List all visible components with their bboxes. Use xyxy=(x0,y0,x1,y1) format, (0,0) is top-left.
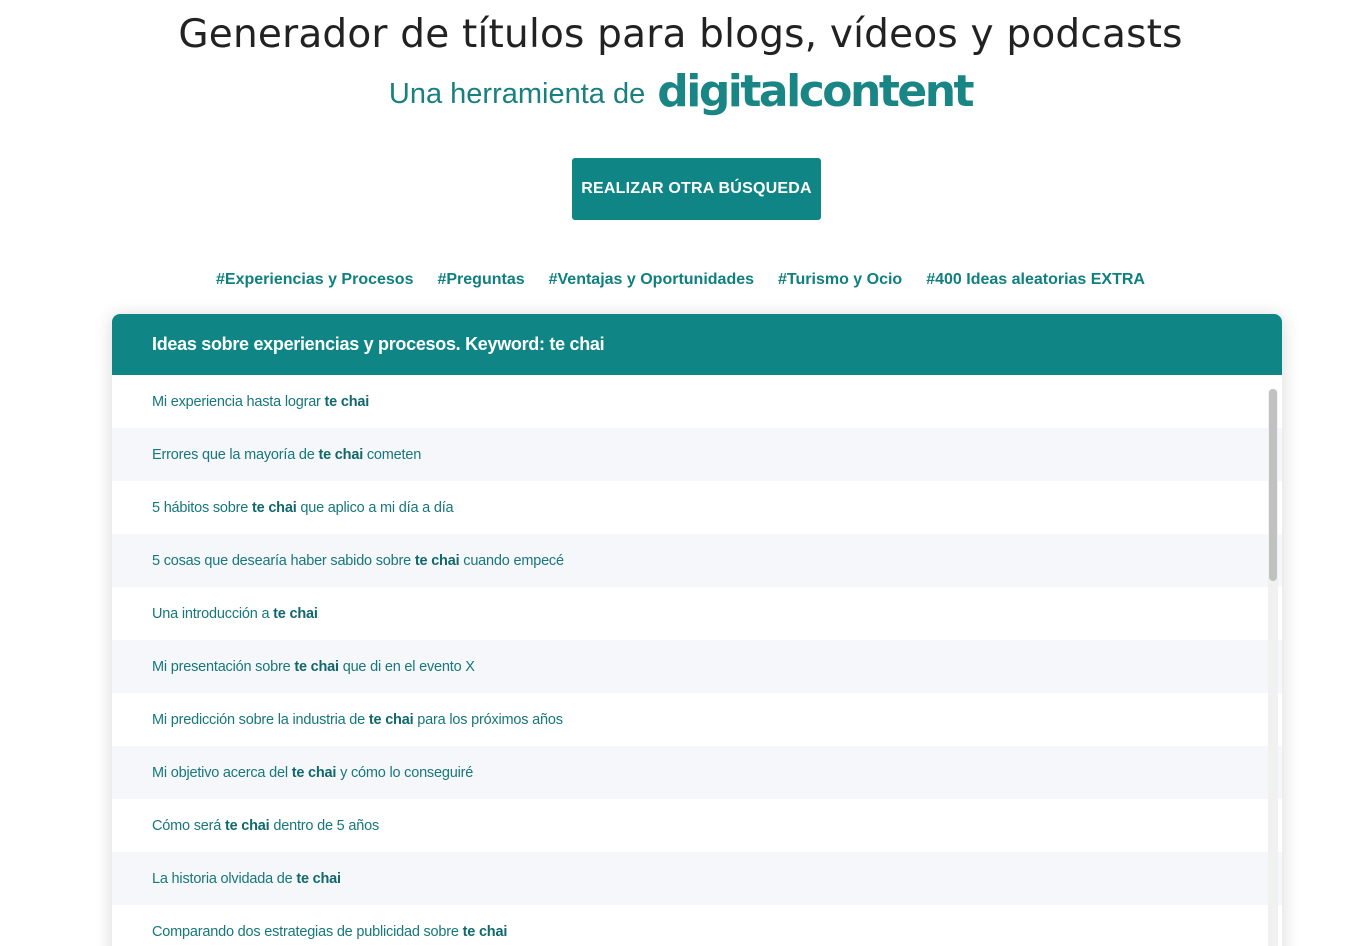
item-text: que aplico a mi día a día xyxy=(300,499,454,516)
category-tabs: #Experiencias y Procesos #Preguntas #Ven… xyxy=(0,271,1361,289)
item-keyword: te chai xyxy=(318,446,364,463)
item-text: para los próximos años xyxy=(417,711,563,728)
ideas-list: Mi experiencia hasta lograr te chai Erro… xyxy=(112,375,1282,946)
item-keyword: te chai xyxy=(324,393,370,410)
list-item[interactable]: Cómo será te chai dentro de 5 años xyxy=(112,799,1282,852)
item-keyword: te chai xyxy=(296,870,341,887)
subtitle-text: Una herramienta de xyxy=(388,77,646,110)
tab-ventajas[interactable]: #Ventajas y Oportunidades xyxy=(549,271,754,289)
tab-preguntas[interactable]: #Preguntas xyxy=(437,271,524,289)
item-keyword: te chai xyxy=(252,499,297,516)
tab-ideas-extra[interactable]: #400 Ideas aleatorias EXTRA xyxy=(926,271,1145,289)
item-text: Mi presentación sobre xyxy=(152,658,291,675)
list-item[interactable]: 5 cosas que desearía haber sabido sobre … xyxy=(112,534,1282,587)
ideas-panel: Ideas sobre experiencias y procesos. Key… xyxy=(112,314,1282,946)
list-item[interactable]: 5 hábitos sobre te chai que aplico a mi … xyxy=(112,481,1282,534)
list-item[interactable]: Mi predicción sobre la industria de te c… xyxy=(112,693,1282,746)
page: Generador de títulos para blogs, vídeos … xyxy=(0,0,1361,946)
item-text: Comparando dos estrategias de publicidad… xyxy=(152,923,459,940)
subtitle: Una herramienta de digitalcontent xyxy=(0,70,1361,116)
tab-turismo[interactable]: #Turismo y Ocio xyxy=(778,271,902,289)
item-text: dentro de 5 años xyxy=(273,817,379,834)
item-text: Cómo será xyxy=(152,817,222,834)
item-keyword: te chai xyxy=(294,658,339,675)
list-item[interactable]: La historia olvidada de te chai xyxy=(112,852,1282,905)
page-title: Generador de títulos para blogs, vídeos … xyxy=(178,12,1183,57)
list-item[interactable]: Mi objetivo acerca del te chai y cómo lo… xyxy=(112,746,1282,799)
item-text: cometen xyxy=(366,446,422,463)
item-text: y cómo lo conseguiré xyxy=(340,764,474,781)
brand-logo[interactable]: digitalcontent xyxy=(657,70,974,114)
item-text: 5 cosas que desearía haber sabido sobre xyxy=(152,552,412,569)
item-keyword: te chai xyxy=(273,605,318,622)
item-text: Mi experiencia hasta lograr xyxy=(152,393,321,410)
item-text: que di en el evento X xyxy=(342,658,475,675)
panel-heading: Ideas sobre experiencias y procesos. Key… xyxy=(112,314,1282,375)
item-text: cuando empecé xyxy=(463,552,564,569)
item-text: Errores que la mayoría de xyxy=(152,446,315,463)
item-text: Mi objetivo acerca del xyxy=(152,764,288,781)
item-keyword: te chai xyxy=(414,552,460,569)
list-item[interactable]: Una introducción a te chai xyxy=(112,587,1282,640)
list-item[interactable]: Comparando dos estrategias de publicidad… xyxy=(112,905,1282,946)
item-text: La historia olvidada de xyxy=(152,870,293,887)
list-item[interactable]: Mi presentación sobre te chai que di en … xyxy=(112,640,1282,693)
item-keyword: te chai xyxy=(368,711,414,728)
tab-experiencias[interactable]: #Experiencias y Procesos xyxy=(216,271,413,289)
search-again-button[interactable]: REALIZAR OTRA BÚSQUEDA xyxy=(572,158,821,220)
item-keyword: te chai xyxy=(224,817,270,834)
item-text: Una introducción a xyxy=(152,605,270,622)
item-text: Mi predicción sobre la industria de xyxy=(152,711,366,728)
item-keyword: te chai xyxy=(291,764,337,781)
scrollbar-thumb[interactable] xyxy=(1269,389,1277,581)
item-keyword: te chai xyxy=(462,923,508,940)
list-item[interactable]: Errores que la mayoría de te chai comete… xyxy=(112,428,1282,481)
scrollbar[interactable] xyxy=(1268,389,1278,946)
item-text: 5 hábitos sobre xyxy=(152,499,249,516)
list-item[interactable]: Mi experiencia hasta lograr te chai xyxy=(112,375,1282,428)
